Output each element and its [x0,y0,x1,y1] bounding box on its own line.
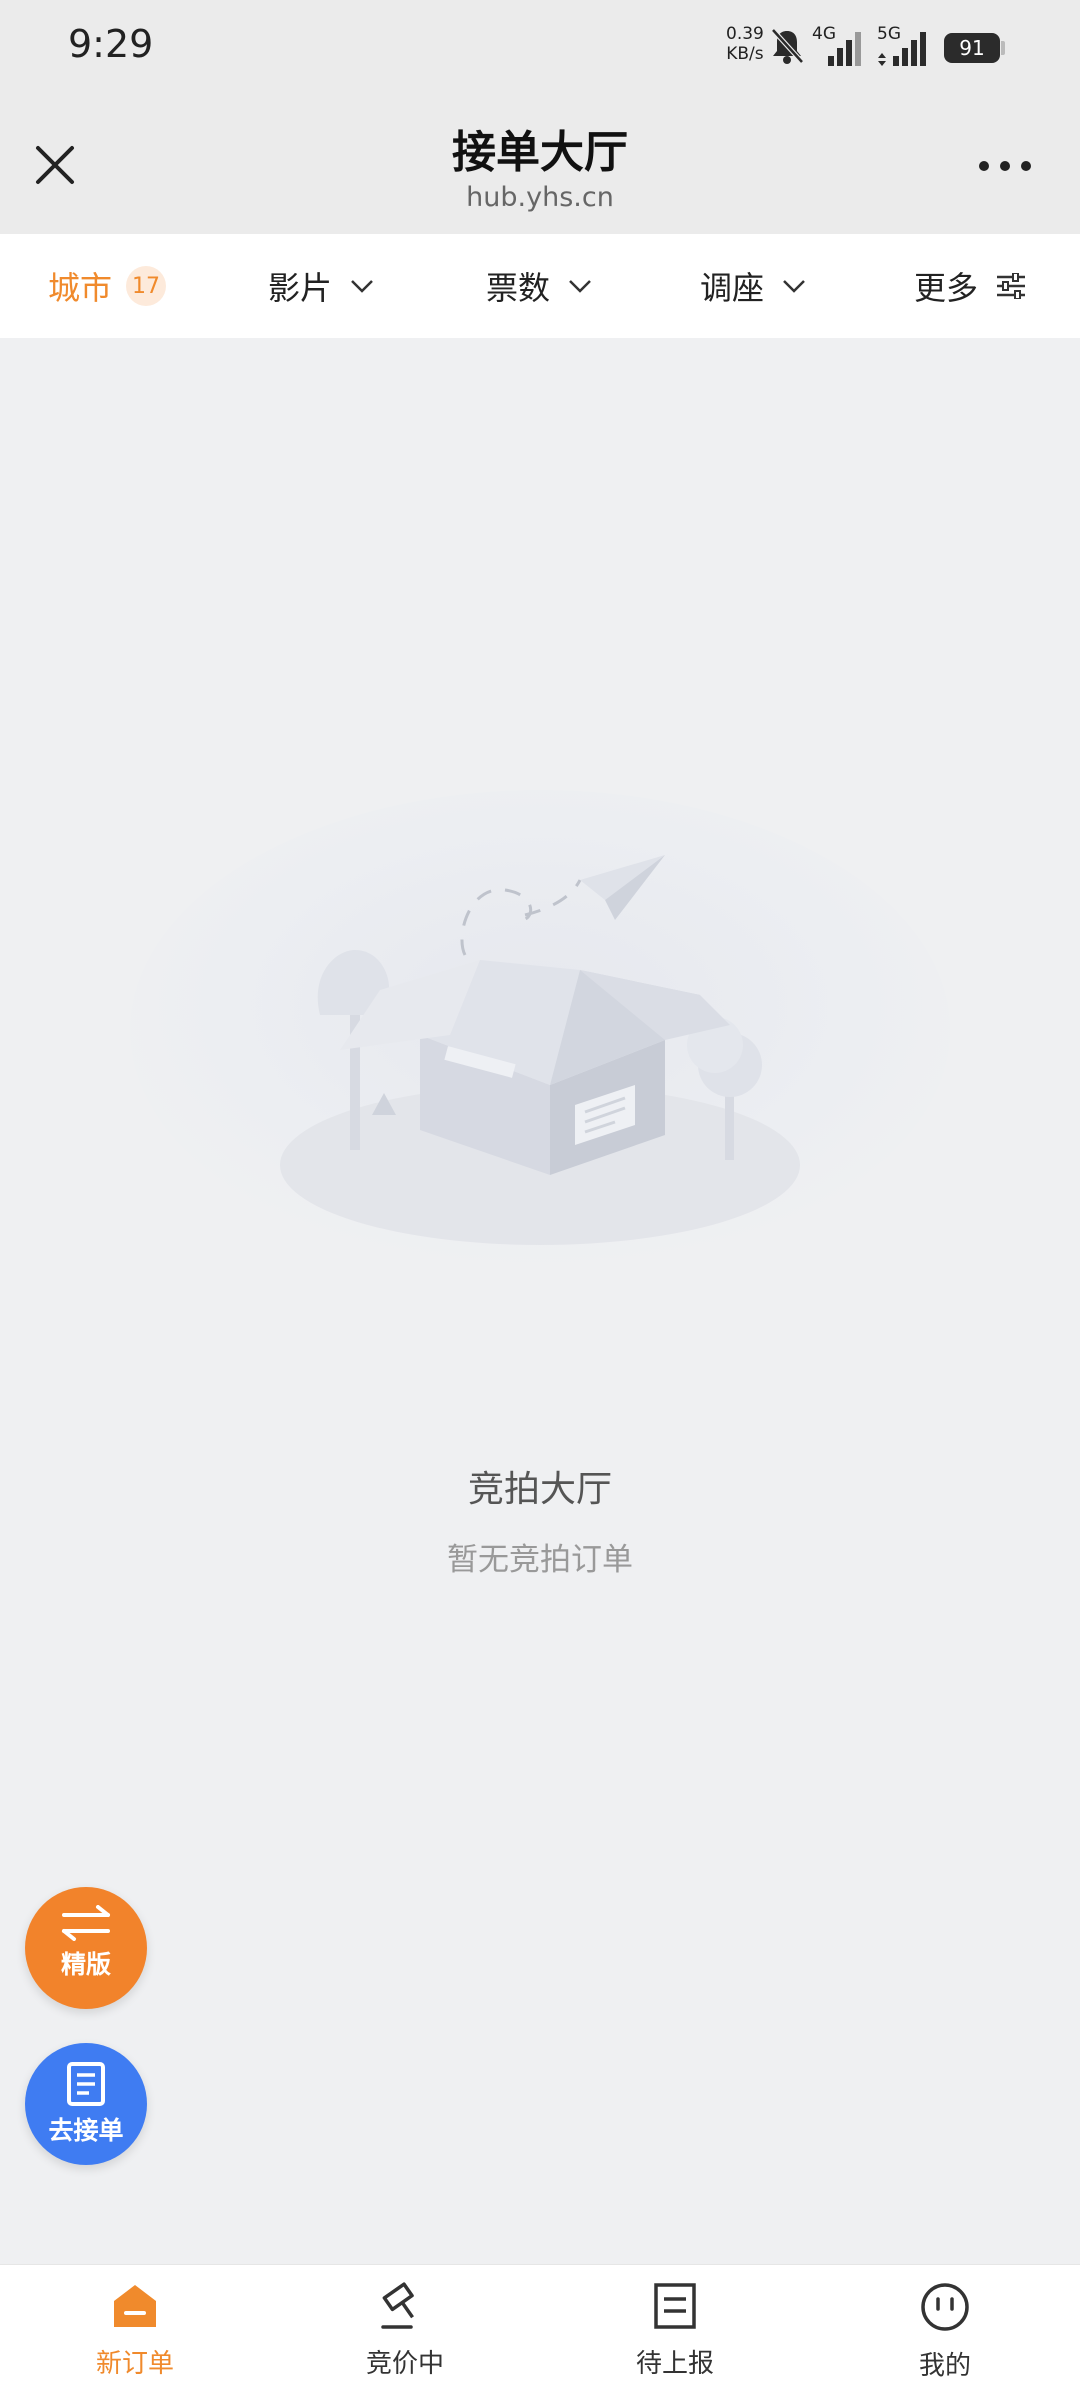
profile-icon [921,2283,969,2331]
switch-lite-label: 精版 [60,1950,111,1979]
page-domain: hub.yhs.cn [466,182,614,213]
page-title: 接单大厅 [452,127,628,178]
network-speed-value: 0.39 [726,24,764,44]
filter-city-label: 城市 [48,269,113,307]
filter-seat[interactable]: 调座 [700,234,806,338]
tab-mine[interactable]: 我的 [810,2265,1080,2401]
filter-seat-label: 调座 [700,269,765,307]
take-order-button[interactable]: 去接单 [25,2043,147,2165]
city-count-badge: 17 [126,266,167,306]
document-icon [67,2062,105,2106]
tab-label: 我的 [918,2351,971,2381]
chevron-down-icon [569,280,591,293]
tab-pending-report[interactable]: 待上报 [540,2265,810,2401]
signal-4g-icon [828,32,861,66]
more-options-icon[interactable] [976,156,1034,176]
network-speed: 0.39 KB/s [726,24,764,64]
tab-bidding[interactable]: 竞价中 [270,2265,540,2401]
filter-film[interactable]: 影片 [268,234,374,338]
sliders-icon [997,273,1026,299]
status-time: 9:29 [68,22,154,66]
gavel-icon [381,2282,414,2329]
take-order-label: 去接单 [48,2116,124,2145]
filter-city[interactable]: 城市 17 [48,234,167,338]
switch-lite-button[interactable]: 精版 [25,1887,147,2009]
swap-arrows-icon [62,1905,110,1941]
filter-tickets-label: 票数 [486,269,551,307]
empty-state-title: 竞拍大厅 [467,1469,612,1510]
home-icon [114,2285,156,2327]
tab-label: 竞价中 [365,2349,444,2379]
nav-bar: 接单大厅 hub.yhs.cn [0,96,1080,234]
signal-5g-icon [878,32,926,66]
bell-muted-icon [771,28,804,64]
document-icon [654,2283,696,2329]
filter-film-label: 影片 [268,269,333,307]
battery-tip [1001,41,1005,55]
filter-more-label: 更多 [914,269,979,307]
filter-tickets[interactable]: 票数 [486,234,592,338]
chevron-down-icon [783,280,805,293]
empty-box-illustration [130,790,950,1270]
filter-more[interactable]: 更多 [914,234,1026,338]
filter-bar: 城市 17 影片 票数 调座 更多 [0,234,1080,338]
status-bar: 9:29 0.39 KB/s 4G 5G 91 [0,0,1080,96]
battery-indicator: 91 [944,33,1000,63]
network-speed-unit: KB/s [726,44,764,64]
tab-label: 待上报 [635,2349,714,2379]
tab-label: 新订单 [95,2349,174,2379]
bottom-tab-bar: 新订单 竞价中 待上报 我的 [0,2264,1080,2401]
chevron-down-icon [351,280,373,293]
empty-state-subtitle: 暂无竞拍订单 [447,1542,633,1578]
tab-new-orders[interactable]: 新订单 [0,2265,270,2401]
